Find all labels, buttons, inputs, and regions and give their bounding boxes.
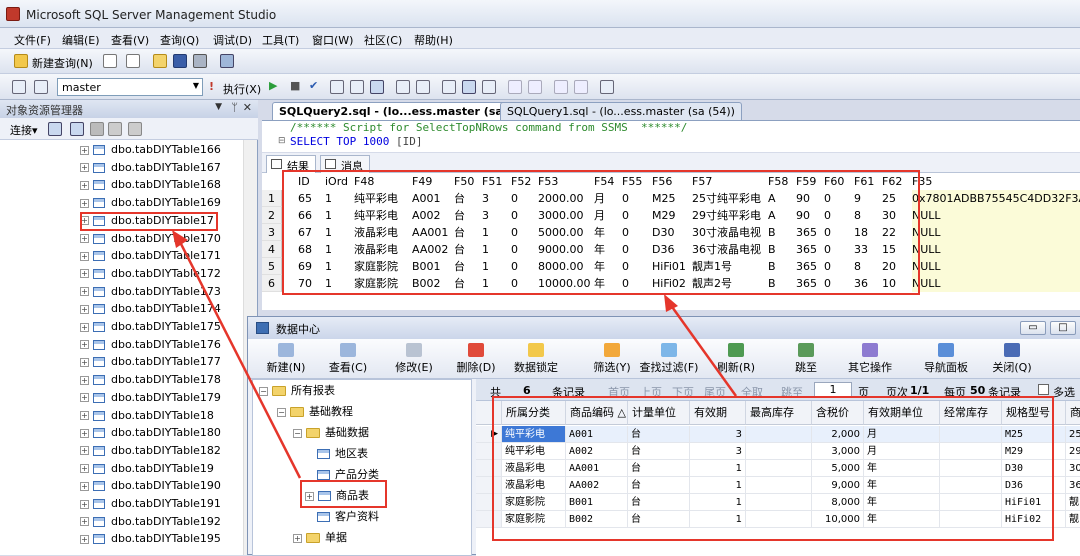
arrow-line-2 <box>668 303 738 397</box>
arrow-line-1 <box>176 237 302 479</box>
arrow-head-1 <box>172 230 188 248</box>
annotation-arrows <box>172 230 738 479</box>
arrow-head-2 <box>664 294 678 312</box>
